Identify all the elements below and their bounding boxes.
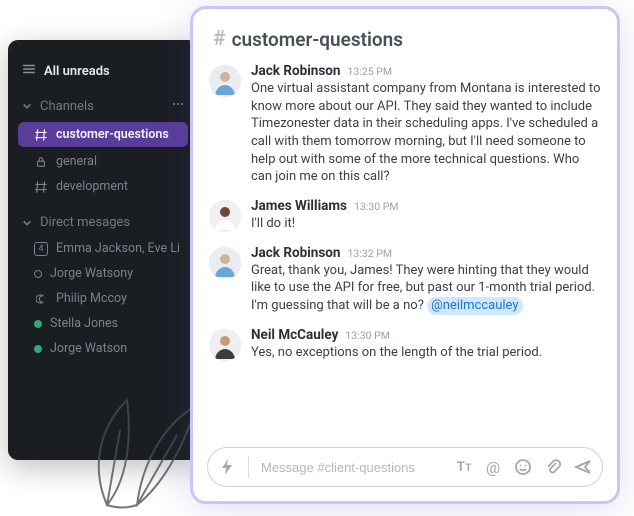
dm-item[interactable]: Philip Mccoy — [8, 286, 198, 311]
timestamp: 13:30 PM — [345, 329, 390, 342]
channel-name: customer-questions — [232, 28, 404, 51]
dm-label: Stella Jones — [50, 316, 118, 331]
all-unreads-link[interactable]: All unreads — [8, 56, 198, 86]
sender-name: Neil McCauley — [251, 327, 338, 343]
shortcut-icon[interactable] — [218, 458, 236, 476]
chevron-down-icon — [22, 101, 32, 111]
chevron-down-icon — [22, 218, 32, 228]
avatar — [209, 65, 241, 97]
channel-card: # customer-questions Jack Robinson 13:25… — [190, 6, 620, 504]
timestamp: 13:25 PM — [348, 65, 393, 78]
message-text: I'll do it! — [251, 215, 601, 233]
channel-item-general[interactable]: general — [8, 149, 198, 174]
moon-icon — [34, 292, 48, 306]
avatar — [209, 247, 241, 279]
message: Jack Robinson 13:32 PM Great, thank you,… — [209, 245, 601, 315]
channel-item-development[interactable]: development — [8, 174, 198, 199]
hash-icon — [34, 180, 48, 194]
dm-item[interactable]: Stella Jones — [8, 311, 198, 336]
group-count-badge: 4 — [34, 242, 48, 256]
timestamp: 13:30 PM — [354, 200, 399, 213]
dm-label: Emma Jackson, Eve Li — [56, 241, 180, 256]
message-text: Great, thank you, James! They were hinti… — [251, 262, 601, 315]
channels-section-header[interactable]: Channels — [8, 92, 198, 120]
channel-item-customer-questions[interactable]: customer-questions — [18, 122, 188, 147]
message-text: Yes, no exceptions on the length of the … — [251, 344, 601, 362]
dm-item[interactable]: 4 Emma Jackson, Eve Li — [8, 236, 198, 261]
hash-icon — [34, 128, 48, 142]
channel-label: development — [56, 179, 128, 194]
attach-icon[interactable] — [544, 458, 562, 476]
presence-away-icon — [34, 270, 42, 278]
dm-label: Direct mesages — [40, 215, 130, 230]
message: Jack Robinson 13:25 PM One virtual assis… — [209, 63, 601, 186]
message-composer[interactable]: TT @ — [207, 447, 603, 487]
sender-name: James Williams — [251, 198, 347, 214]
dm-label: Philip Mccoy — [56, 291, 127, 306]
sender-name: Jack Robinson — [251, 245, 341, 261]
dm-label: Jorge Watsony — [50, 266, 133, 281]
channel-label: general — [56, 154, 97, 169]
list-icon — [22, 62, 36, 80]
timestamp: 13:32 PM — [348, 247, 393, 260]
composer-input[interactable] — [261, 460, 431, 475]
dm-item[interactable]: Jorge Watson — [8, 336, 198, 361]
mention-icon[interactable]: @ — [484, 458, 502, 476]
lock-icon — [34, 155, 48, 169]
channel-label: customer-questions — [56, 127, 169, 142]
all-unreads-label: All unreads — [44, 64, 110, 79]
message: Neil McCauley 13:30 PM Yes, no exception… — [209, 327, 601, 362]
format-icon[interactable]: TT — [457, 460, 472, 475]
send-icon[interactable] — [574, 458, 592, 476]
mention[interactable]: @neilmccauley — [427, 297, 522, 315]
avatar — [209, 200, 241, 232]
channels-more-icon[interactable] — [172, 98, 184, 114]
emoji-icon[interactable] — [514, 458, 532, 476]
sender-name: Jack Robinson — [251, 63, 341, 79]
avatar — [209, 329, 241, 361]
channels-label: Channels — [40, 99, 94, 114]
dm-section-header[interactable]: Direct mesages — [8, 209, 198, 236]
presence-online-icon — [34, 320, 42, 328]
dm-label: Jorge Watson — [50, 341, 127, 356]
divider — [248, 456, 249, 478]
message: James Williams 13:30 PM I'll do it! — [209, 198, 601, 233]
dm-item[interactable]: Jorge Watsony — [8, 261, 198, 286]
presence-online-icon — [34, 345, 42, 353]
message-list: Jack Robinson 13:25 PM One virtual assis… — [193, 63, 617, 439]
message-text: One virtual assistant company from Monta… — [251, 80, 601, 186]
hash-icon: # — [213, 27, 226, 51]
channel-header: # customer-questions — [193, 9, 617, 63]
